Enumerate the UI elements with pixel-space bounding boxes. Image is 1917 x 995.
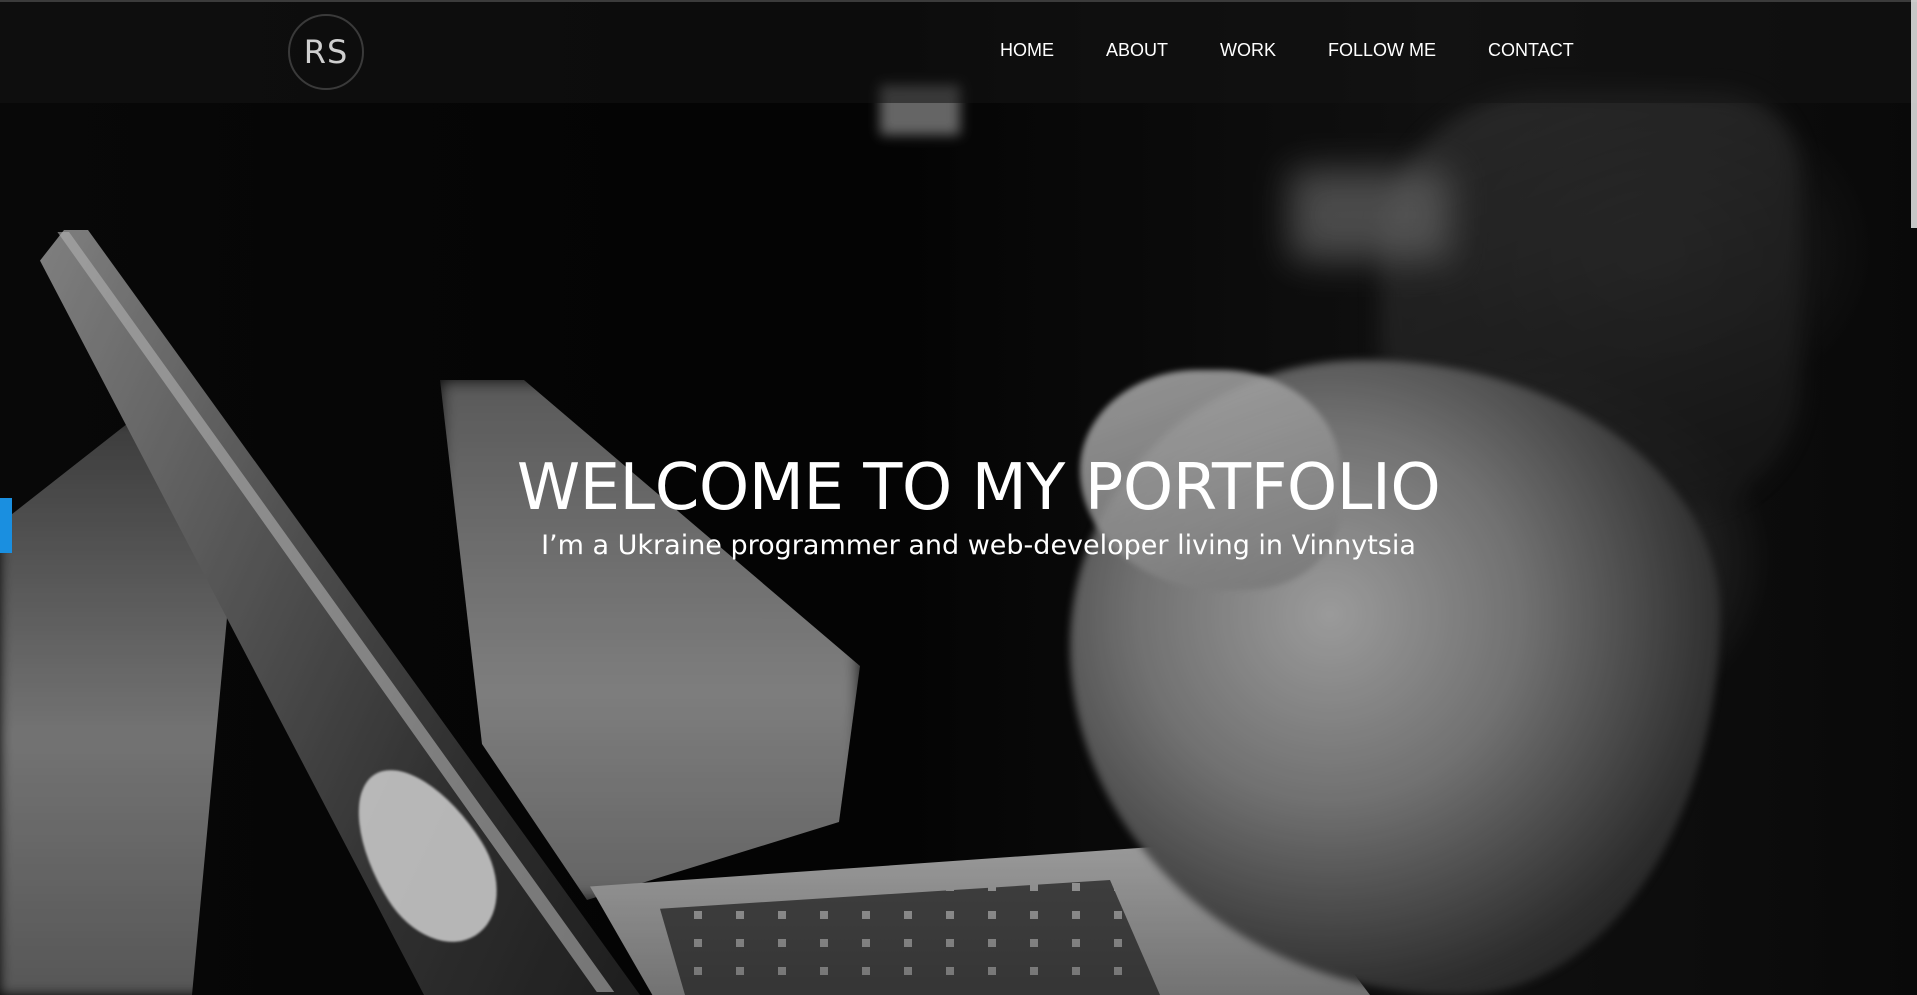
nav-contact[interactable]: CONTACT: [1488, 40, 1574, 61]
side-tab[interactable]: [0, 498, 12, 553]
hero-title: WELCOME TO MY PORTFOLIO: [516, 450, 1441, 525]
nav-about[interactable]: ABOUT: [1106, 40, 1168, 61]
logo[interactable]: RS: [288, 14, 364, 90]
nav-home[interactable]: HOME: [1000, 40, 1054, 61]
main-nav: HOME ABOUT WORK FOLLOW ME CONTACT: [1000, 40, 1574, 61]
nav-follow-me[interactable]: FOLLOW ME: [1328, 40, 1436, 61]
navbar: RS HOME ABOUT WORK FOLLOW ME CONTACT: [0, 0, 1917, 103]
logo-text: RS: [303, 33, 349, 71]
scrollbar[interactable]: [1911, 0, 1917, 228]
hero-subtitle: I’m a Ukraine programmer and web-develop…: [541, 530, 1416, 561]
nav-work[interactable]: WORK: [1220, 40, 1276, 61]
hero-section: RS HOME ABOUT WORK FOLLOW ME CONTACT WEL…: [0, 0, 1917, 995]
